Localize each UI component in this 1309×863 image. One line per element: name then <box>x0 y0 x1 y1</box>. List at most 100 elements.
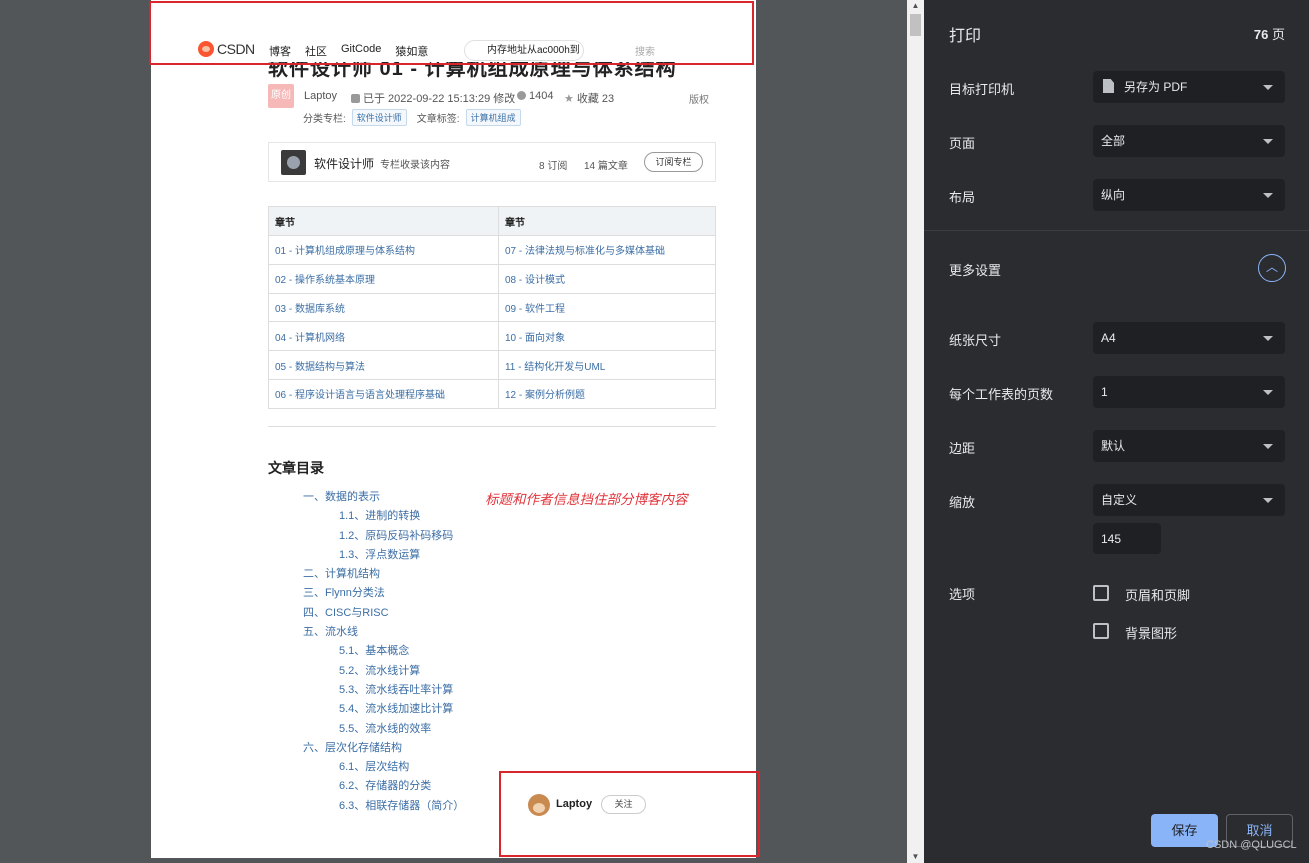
toc-item[interactable]: 三、Flynn分类法 <box>303 585 464 604</box>
toc-title: 文章目录 <box>268 460 324 476</box>
chapter-link[interactable]: 08 - 设计模式 <box>497 263 717 294</box>
margins-value: 默认 <box>1101 439 1126 453</box>
layout-select[interactable]: 纵向 <box>1093 179 1285 211</box>
toc-item[interactable]: 5.3、流水线吞吐率计算 <box>303 682 464 701</box>
annotation-box-header <box>149 1 754 65</box>
pages-per-sheet-value: 1 <box>1101 385 1108 399</box>
paper-size-value: A4 <box>1101 331 1116 345</box>
column-avatar <box>281 150 306 175</box>
chapter-link[interactable]: 01 - 计算机组成原理与体系结构 <box>268 235 499 265</box>
table-row: 06 - 程序设计语言与语言处理程序基础 12 - 案例分析例题 <box>268 378 717 409</box>
column-subtitle: 专栏收录该内容 <box>380 160 450 171</box>
options-label: 选项 <box>949 587 976 602</box>
chevron-down-icon <box>1263 85 1273 90</box>
background-graphics-label[interactable]: 背景图形 <box>1125 623 1177 642</box>
chapter-link[interactable]: 09 - 软件工程 <box>497 292 717 323</box>
toc-item[interactable]: 5.2、流水线计算 <box>303 663 464 682</box>
scroll-down-arrow-icon[interactable]: ▼ <box>907 851 924 863</box>
paper-size-label: 纸张尺寸 <box>949 333 1002 348</box>
tag-label: 文章标签: <box>416 114 460 125</box>
chapter-link[interactable]: 04 - 计算机网络 <box>268 321 499 352</box>
file-icon <box>1103 79 1114 93</box>
layout-label: 布局 <box>949 190 976 205</box>
category-tag[interactable]: 软件设计师 <box>351 109 407 126</box>
eye-icon <box>517 91 526 100</box>
annotation-text: 标题和作者信息挡住部分博客内容 <box>485 492 688 507</box>
edit-icon <box>351 94 360 103</box>
column-name[interactable]: 软件设计师 <box>314 155 374 172</box>
page-count: 76 页 <box>1254 24 1285 43</box>
chapter-link[interactable]: 06 - 程序设计语言与语言处理程序基础 <box>268 378 499 409</box>
toc-item[interactable]: 5.4、流水线加速比计算 <box>303 701 464 720</box>
chapter-link[interactable]: 07 - 法律法规与标准化与多媒体基础 <box>497 235 717 265</box>
table-header: 章节 <box>497 206 717 236</box>
pages-label: 页面 <box>949 136 976 151</box>
scroll-thumb[interactable] <box>910 14 921 36</box>
destination-select[interactable]: 另存为 PDF <box>1093 71 1285 103</box>
article-tag[interactable]: 计算机组成 <box>465 109 521 126</box>
table-row: 02 - 操作系统基本原理 08 - 设计模式 <box>268 263 717 294</box>
toc-item[interactable]: 5.5、流水线的效率 <box>303 721 464 740</box>
favorite-count-text: 收藏 23 <box>576 93 615 105</box>
table-header-row: 章节 章节 <box>268 206 717 236</box>
column-card: 软件设计师 专栏收录该内容 8 订阅 14 篇文章 订阅专栏 <box>268 142 716 182</box>
original-badge: 原创 <box>268 84 294 108</box>
chevron-down-icon <box>1263 498 1273 503</box>
chapter-link[interactable]: 05 - 数据结构与算法 <box>268 350 499 380</box>
preview-page: 软件设计师 01 - 计算机组成原理与体系结构 CSDN 博客 社区 GitCo… <box>151 0 756 858</box>
chapter-table: 章节 章节 01 - 计算机组成原理与体系结构 07 - 法律法规与标准化与多媒体… <box>268 206 717 409</box>
preview-scrollbar[interactable]: ▲ ▼ <box>907 0 924 863</box>
toc-item[interactable]: 6.1、层次结构 <box>303 759 464 778</box>
toc-item[interactable]: 1.2、原码反码补码移码 <box>303 528 464 547</box>
chevron-up-icon[interactable]: ︿ <box>1258 254 1286 282</box>
pages-per-sheet-select[interactable]: 1 <box>1093 376 1285 408</box>
toc-list: 一、数据的表示 1.1、进制的转换 1.2、原码反码补码移码 1.3、浮点数运算… <box>303 489 464 817</box>
toc-item[interactable]: 二、计算机结构 <box>303 566 464 585</box>
toc-item[interactable]: 1.3、浮点数运算 <box>303 547 464 566</box>
toc-item[interactable]: 六、层次化存储结构 <box>303 740 464 759</box>
scale-input[interactable] <box>1093 523 1161 554</box>
annotation-box-author <box>499 771 760 857</box>
more-settings-label[interactable]: 更多设置 <box>949 260 1001 279</box>
view-count-value: 1404 <box>529 90 554 102</box>
toc-item[interactable]: 五、流水线 <box>303 624 464 643</box>
chapter-link[interactable]: 11 - 结构化开发与UML <box>497 350 717 380</box>
destination-label: 目标打印机 <box>949 82 1015 97</box>
chevron-down-icon <box>1263 444 1273 449</box>
toc-item[interactable]: 一、数据的表示 <box>303 489 464 508</box>
pages-select[interactable]: 全部 <box>1093 125 1285 157</box>
panel-divider <box>924 230 1309 231</box>
scale-select[interactable]: 自定义 <box>1093 484 1285 516</box>
chapter-link[interactable]: 02 - 操作系统基本原理 <box>268 263 499 294</box>
chapter-link[interactable]: 10 - 面向对象 <box>497 321 717 352</box>
toc-item[interactable]: 1.1、进制的转换 <box>303 508 464 527</box>
toc-item[interactable]: 5.1、基本概念 <box>303 643 464 662</box>
background-graphics-checkbox[interactable] <box>1093 623 1109 639</box>
chapter-link[interactable]: 12 - 案例分析例题 <box>497 378 717 409</box>
destination-value: 另存为 PDF <box>1124 80 1188 94</box>
column-subscribers: 8 订阅 <box>539 161 568 172</box>
page-count-unit: 页 <box>1271 27 1285 42</box>
margins-select[interactable]: 默认 <box>1093 430 1285 462</box>
toc-item[interactable]: 6.3、相联存储器（简介） <box>303 798 464 817</box>
toc-item[interactable]: 6.2、存储器的分类 <box>303 778 464 797</box>
copyright-link[interactable]: 版权 <box>689 91 709 106</box>
paper-size-select[interactable]: A4 <box>1093 322 1285 354</box>
table-row: 01 - 计算机组成原理与体系结构 07 - 法律法规与标准化与多媒体基础 <box>268 235 717 265</box>
watermark: CSDN @QLUGCL <box>1206 839 1297 851</box>
article-meta: 原创 Laptoy 已于 2022-09-22 15:13:29 修改 1404… <box>268 84 716 108</box>
favorite-count[interactable]: ★ 收藏 23 <box>564 90 614 106</box>
author-link[interactable]: Laptoy <box>304 90 337 102</box>
chapter-link[interactable]: 03 - 数据库系统 <box>268 292 499 323</box>
scroll-up-arrow-icon[interactable]: ▲ <box>907 0 924 12</box>
view-count: 1404 <box>517 90 553 102</box>
print-title: 打印 <box>949 28 982 45</box>
print-preview-area: 软件设计师 01 - 计算机组成原理与体系结构 CSDN 博客 社区 GitCo… <box>0 0 907 863</box>
column-article-count: 14 篇文章 <box>584 161 628 172</box>
subscribe-column-button[interactable]: 订阅专栏 <box>644 152 703 172</box>
table-header: 章节 <box>268 206 499 236</box>
header-footer-checkbox[interactable] <box>1093 585 1109 601</box>
header-footer-label[interactable]: 页眉和页脚 <box>1125 585 1190 604</box>
toc-item[interactable]: 四、CISC与RISC <box>303 605 464 624</box>
article-tags: 分类专栏: 软件设计师 文章标签: 计算机组成 <box>303 109 521 126</box>
